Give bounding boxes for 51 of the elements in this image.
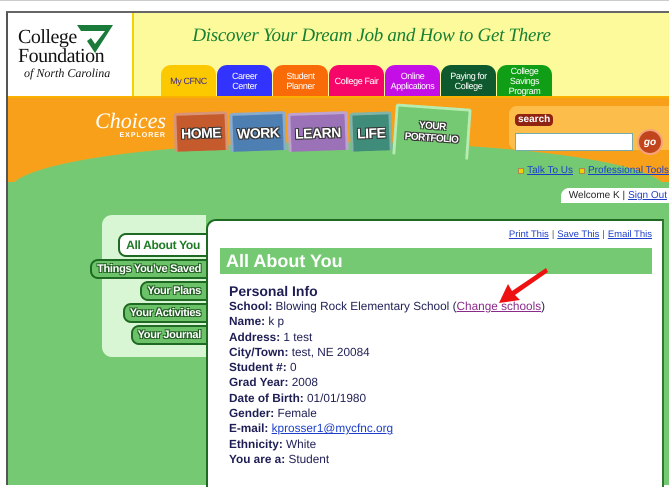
side-tab[interactable]: Things You’ve Saved <box>90 259 206 279</box>
site-tab[interactable]: Student Planner <box>273 65 328 96</box>
nav-tab[interactable]: WORK <box>229 111 287 152</box>
header-link[interactable]: Professional Tools <box>588 165 669 176</box>
logo-text: College <box>18 28 77 47</box>
search-label: search <box>515 114 554 126</box>
change-schools-link[interactable]: Change schools <box>456 299 542 313</box>
info-field: City/Town: test, NE 20084 <box>229 344 643 360</box>
separator: | <box>552 229 554 240</box>
info-field: Grad Year: 2008 <box>229 375 643 391</box>
site-tab[interactable]: Career Center <box>217 65 272 96</box>
logo-text: Foundation <box>18 47 106 66</box>
info-field: Gender: Female <box>229 406 643 422</box>
side-tab[interactable]: Your Plans <box>140 281 206 301</box>
action-link[interactable]: Save This <box>557 229 600 240</box>
page-heading: All About You <box>220 248 652 274</box>
info-field: Date of Birth: 01/01/1980 <box>229 390 643 406</box>
sign-out-link[interactable]: Sign Out <box>628 190 667 201</box>
site-tab[interactable]: Paying for College <box>441 65 496 96</box>
header-link[interactable]: Talk To Us <box>527 165 574 176</box>
side-tab[interactable]: All About You <box>118 233 206 257</box>
logo-subtitle: of North Carolina <box>23 66 112 81</box>
site-tab[interactable]: College Fair <box>329 65 384 96</box>
site-tab[interactable]: Online Applications <box>385 65 440 96</box>
logo-text: Choices <box>94 110 166 132</box>
bullet-icon <box>518 168 524 174</box>
nav-tab[interactable]: HOME <box>173 111 229 152</box>
separator: | <box>602 229 605 240</box>
info-field: Ethnicity: White <box>229 436 643 452</box>
info-field: You are a: Student <box>229 452 643 468</box>
parenthesis: ) <box>541 299 546 313</box>
search-field[interactable] <box>515 133 633 151</box>
site-tab[interactable]: College Savings Program <box>497 65 552 96</box>
go-button[interactable]: go <box>637 129 663 155</box>
bullet-icon <box>579 168 586 174</box>
action-link[interactable]: Print This <box>508 229 549 240</box>
tagline: Discover Your Dream Job and How to Get There <box>192 25 551 47</box>
nav-tab[interactable]: LIFE <box>349 111 394 152</box>
action-link[interactable]: Email This <box>608 229 652 240</box>
side-tab[interactable]: Your Journal <box>130 325 206 345</box>
site-tab[interactable]: My CFNC <box>161 65 216 96</box>
info-field: Address: 1 test <box>229 330 643 345</box>
info-label: E-mail: <box>229 421 268 436</box>
email-link[interactable]: kprosser1@mycfnc.org <box>272 421 394 436</box>
side-tab[interactable]: Your Activities <box>122 303 206 323</box>
section-heading: Personal Info <box>229 284 319 299</box>
welcome-text: Welcome K | <box>568 190 626 201</box>
nav-tab[interactable]: LEARN <box>288 110 349 152</box>
info-field: School: Blowing Rock Elementary School ( <box>229 299 457 313</box>
info-field: Name: k p <box>229 314 643 330</box>
info-field: Student #: 0 <box>229 360 643 376</box>
